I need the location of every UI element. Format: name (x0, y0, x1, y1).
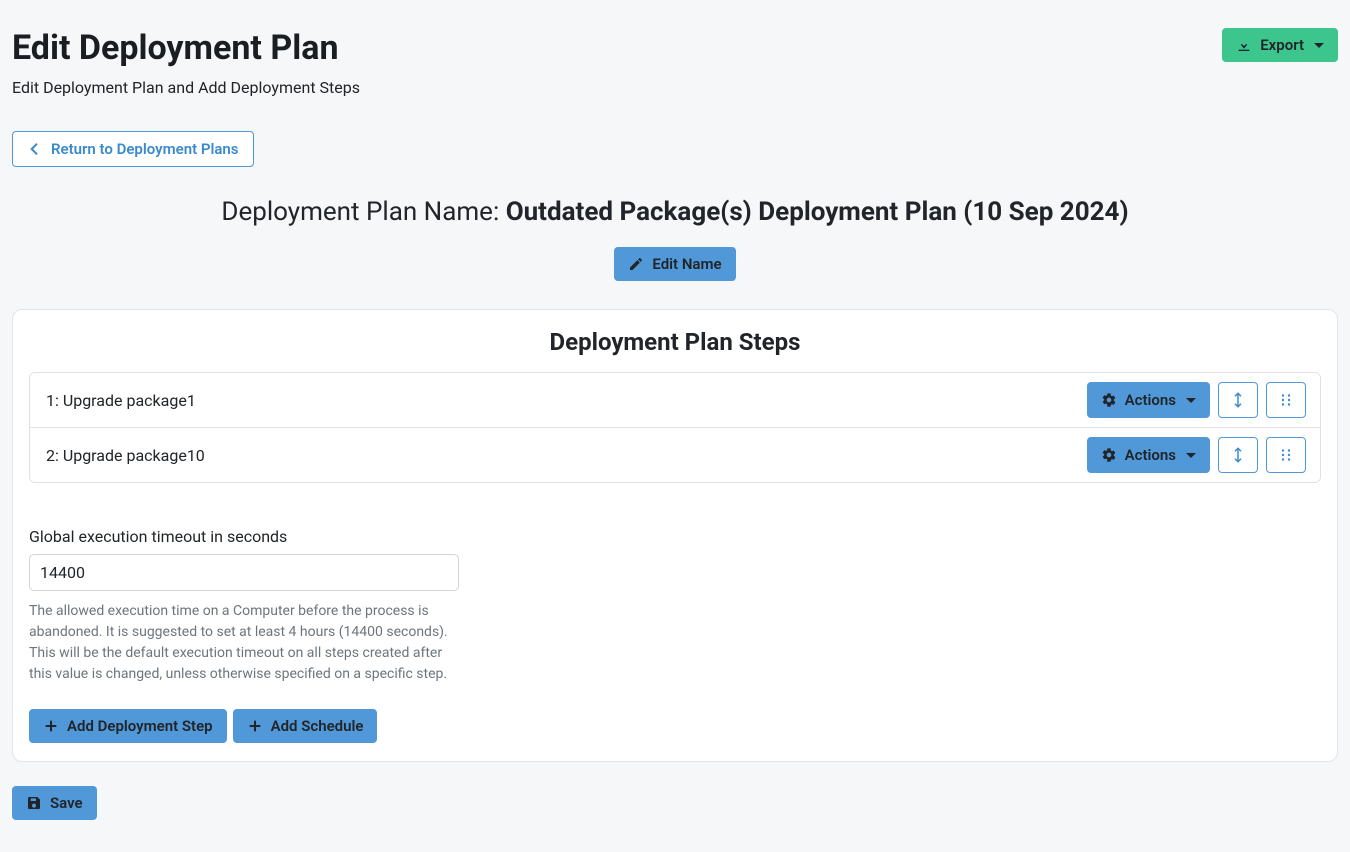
step-actions-label: Actions (1125, 446, 1176, 464)
gear-icon (1101, 447, 1117, 463)
plan-name-heading: Deployment Plan Name: Outdated Package(s… (12, 197, 1338, 227)
timeout-label: Global execution timeout in seconds (29, 527, 1321, 546)
add-schedule-button[interactable]: Add Schedule (233, 709, 378, 743)
step-label: 2: Upgrade package10 (46, 446, 205, 465)
return-button-label: Return to Deployment Plans (51, 140, 239, 158)
step-actions-button[interactable]: Actions (1087, 437, 1210, 473)
plan-name-prefix: Deployment Plan Name: (221, 197, 505, 227)
page-title: Edit Deployment Plan (12, 28, 360, 68)
caret-down-icon (1314, 43, 1324, 48)
edit-name-button-label: Edit Name (652, 255, 721, 273)
arrows-vertical-icon (1229, 391, 1247, 409)
export-button[interactable]: Export (1222, 28, 1338, 62)
export-button-label: Export (1260, 36, 1304, 54)
chevron-left-icon (27, 141, 43, 157)
timeout-help-text: The allowed execution time on a Computer… (29, 601, 459, 685)
timeout-input[interactable] (29, 554, 459, 591)
plus-icon (247, 718, 263, 734)
step-row: 1: Upgrade package1 Actions (30, 373, 1320, 427)
steps-card: Deployment Plan Steps 1: Upgrade package… (12, 309, 1338, 762)
save-icon (26, 795, 42, 811)
step-row: 2: Upgrade package10 Actions (30, 427, 1320, 482)
edit-icon (628, 256, 644, 272)
grip-icon (1277, 446, 1295, 464)
step-drag-handle[interactable] (1266, 437, 1306, 473)
step-actions-button[interactable]: Actions (1087, 382, 1210, 418)
grip-icon (1277, 391, 1295, 409)
add-deployment-step-button[interactable]: Add Deployment Step (29, 709, 227, 743)
steps-heading: Deployment Plan Steps (29, 328, 1321, 356)
caret-down-icon (1186, 453, 1196, 458)
arrows-vertical-icon (1229, 446, 1247, 464)
steps-list: 1: Upgrade package1 Actions 2: Upgrade p… (29, 372, 1321, 483)
save-button[interactable]: Save (12, 786, 97, 820)
download-icon (1236, 37, 1252, 53)
step-move-button[interactable] (1218, 437, 1258, 473)
step-actions-label: Actions (1125, 391, 1176, 409)
plan-name-value: Outdated Package(s) Deployment Plan (10 … (506, 197, 1129, 227)
add-schedule-label: Add Schedule (271, 717, 364, 735)
page-subtitle: Edit Deployment Plan and Add Deployment … (12, 78, 360, 97)
return-button[interactable]: Return to Deployment Plans (12, 131, 254, 167)
add-deployment-step-label: Add Deployment Step (67, 717, 213, 735)
step-move-button[interactable] (1218, 382, 1258, 418)
caret-down-icon (1186, 398, 1196, 403)
gear-icon (1101, 392, 1117, 408)
edit-name-button[interactable]: Edit Name (614, 247, 735, 281)
step-drag-handle[interactable] (1266, 382, 1306, 418)
save-button-label: Save (50, 794, 83, 812)
plus-icon (43, 718, 59, 734)
step-label: 1: Upgrade package1 (46, 391, 196, 410)
